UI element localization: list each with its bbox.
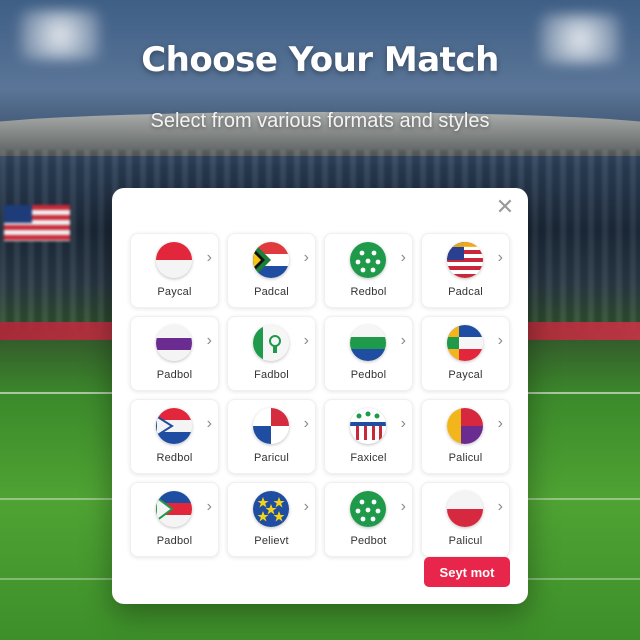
green-stars-flag-icon	[350, 242, 386, 278]
chevron-right-icon: ›	[303, 249, 309, 266]
match-card[interactable]: › Paycal	[130, 233, 219, 308]
card-label: Padbol	[156, 369, 193, 381]
chevron-right-icon: ›	[497, 415, 503, 432]
chevron-right-icon: ›	[303, 332, 309, 349]
emblem-stripes-flag-icon	[350, 408, 386, 444]
card-label: Faxicel	[350, 452, 387, 464]
page-title: Choose Your Match	[141, 40, 499, 80]
blue-stars-flag-icon	[253, 491, 289, 527]
match-card[interactable]: › Pedbot	[324, 482, 413, 557]
chevron-right-icon: ›	[206, 249, 212, 266]
card-label: Palicul	[448, 452, 483, 464]
white-green-blue-flag-icon	[350, 325, 386, 361]
blue-red-emblem-flag-icon	[156, 491, 192, 527]
match-card[interactable]: › Padbol	[130, 482, 219, 557]
chevron-right-icon: ›	[497, 249, 503, 266]
red-white-flag-icon	[156, 242, 192, 278]
chevron-right-icon: ›	[400, 332, 406, 349]
chevron-right-icon: ›	[400, 249, 406, 266]
match-card[interactable]: › Palicul	[421, 482, 510, 557]
match-format-grid: › Paycal › Padcal › Redbol › Padcal › Pa…	[130, 233, 510, 557]
match-card[interactable]: › Faxicel	[324, 399, 413, 474]
chevron-right-icon: ›	[206, 498, 212, 515]
chevron-right-icon: ›	[303, 498, 309, 515]
white-red-flag-icon	[447, 491, 483, 527]
card-label: Pedbol	[350, 369, 387, 381]
card-label: Redbol	[156, 452, 193, 464]
match-card[interactable]: › Redbol	[324, 233, 413, 308]
chevron-right-icon: ›	[400, 498, 406, 515]
card-label: Pedbot	[350, 535, 387, 547]
match-card[interactable]: › Pelievt	[227, 482, 316, 557]
yellow-purple-red-flag-icon	[447, 408, 483, 444]
chevron-right-icon: ›	[206, 332, 212, 349]
white-green-emblem-flag-icon	[253, 325, 289, 361]
match-card[interactable]: › Padcal	[227, 233, 316, 308]
match-card[interactable]: › Redbol	[130, 399, 219, 474]
card-label: Palicul	[448, 535, 483, 547]
page-subtitle: Select from various formats and styles	[150, 110, 490, 132]
match-card[interactable]: › Palicul	[421, 399, 510, 474]
chevron-right-icon: ›	[303, 415, 309, 432]
chevron-right-icon: ›	[497, 498, 503, 515]
white-purple-flag-icon	[156, 325, 192, 361]
multicolor-flag-icon	[447, 325, 483, 361]
card-label: Paricul	[253, 452, 290, 464]
match-card[interactable]: › Paycal	[421, 316, 510, 391]
card-label: Paycal	[448, 369, 483, 381]
match-card[interactable]: › Paricul	[227, 399, 316, 474]
card-label: Pelievt	[254, 535, 289, 547]
blue-red-triangle-flag-icon	[156, 408, 192, 444]
card-label: Redbol	[350, 286, 387, 298]
select-match-button[interactable]: Seyt mot	[424, 557, 510, 587]
south-africa-flag-icon	[253, 242, 289, 278]
card-label: Fadbol	[254, 369, 289, 381]
match-card[interactable]: › Padbol	[130, 316, 219, 391]
card-label: Padcal	[254, 286, 289, 298]
chevron-right-icon: ›	[400, 415, 406, 432]
card-label: Padbol	[156, 535, 193, 547]
match-picker-modal: ✕ › Paycal › Padcal › Redbol › Padcal › …	[112, 188, 528, 604]
green-stars-flag-icon	[350, 491, 386, 527]
stadium-flag-banner	[4, 205, 70, 241]
close-icon[interactable]: ✕	[494, 196, 516, 218]
card-label: Padcal	[448, 286, 483, 298]
match-card[interactable]: › Pedbol	[324, 316, 413, 391]
card-label: Paycal	[157, 286, 192, 298]
chevron-right-icon: ›	[497, 332, 503, 349]
match-card[interactable]: › Fadbol	[227, 316, 316, 391]
usa-flag-icon	[447, 242, 483, 278]
panama-flag-icon	[253, 408, 289, 444]
chevron-right-icon: ›	[206, 415, 212, 432]
match-card[interactable]: › Padcal	[421, 233, 510, 308]
